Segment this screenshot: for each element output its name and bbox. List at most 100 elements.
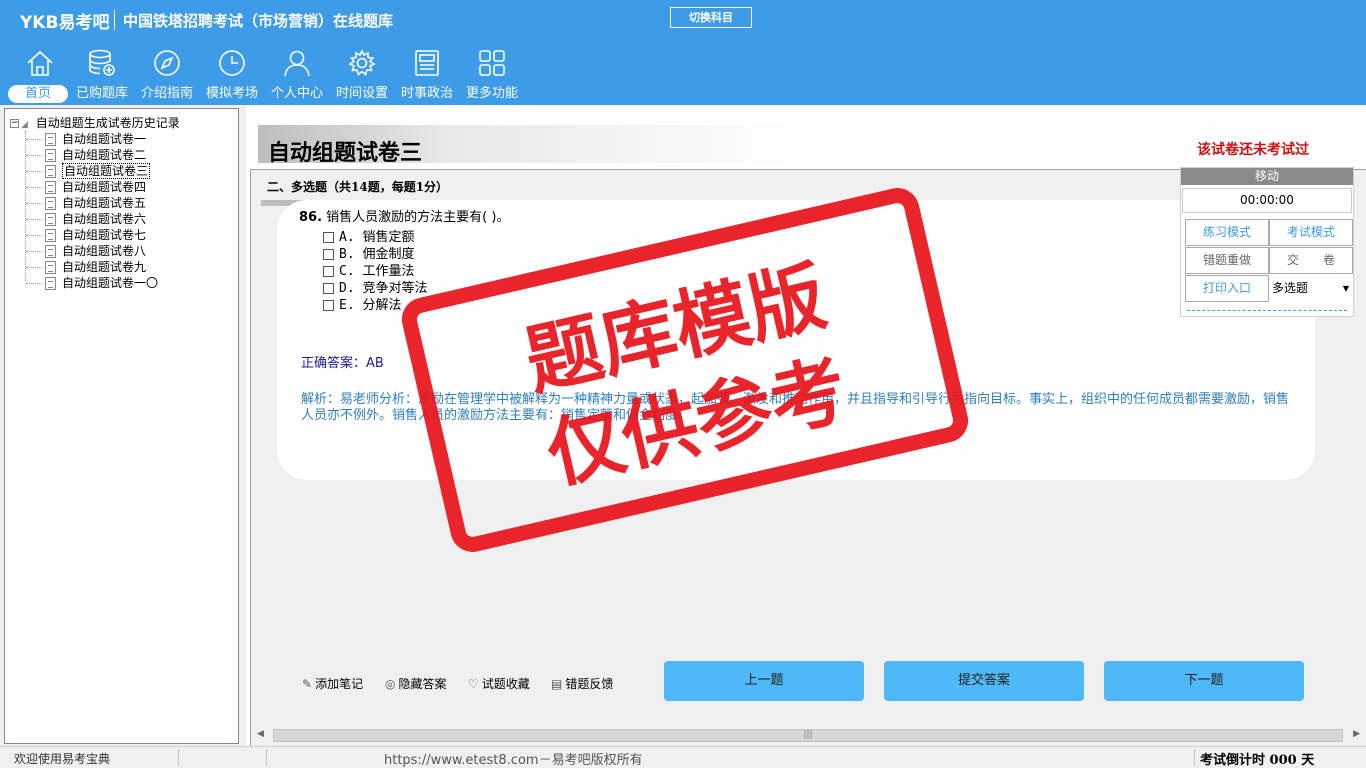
- home-icon: [27, 50, 53, 76]
- scroll-left-icon[interactable]: ◀: [257, 729, 264, 739]
- app-header: YKB易考吧 中国铁塔招聘考试（市场营销）在线题库 切换科目 首页 已购题库 介…: [0, 0, 1366, 105]
- exam-status-text: 该试卷还未考试过: [1197, 142, 1309, 158]
- nav-label: 时间设置: [335, 86, 388, 101]
- tree-item[interactable]: 自动组题试卷一: [45, 131, 146, 147]
- document-icon: [45, 245, 56, 258]
- document-icon: [45, 149, 56, 162]
- prev-question-button[interactable]: 上一题: [664, 661, 864, 701]
- nav-label: 首页: [8, 85, 68, 103]
- exam-mode-button[interactable]: 考试模式: [1269, 219, 1353, 246]
- nav-purchased-banks[interactable]: 已购题库: [70, 48, 134, 104]
- gear-icon: [348, 49, 376, 76]
- option-checkbox[interactable]: [323, 283, 334, 294]
- practice-mode-button[interactable]: 练习模式: [1185, 219, 1269, 246]
- nav-guide[interactable]: 介绍指南: [135, 48, 199, 104]
- switch-subject-button[interactable]: 切换科目: [670, 7, 752, 28]
- option-e[interactable]: E. 分解法: [323, 294, 401, 313]
- tree-item[interactable]: 自动组题试卷四: [45, 179, 146, 195]
- redo-wrong-button[interactable]: 错题重做: [1185, 247, 1269, 274]
- question-type-select[interactable]: 多选题 ▼: [1269, 275, 1353, 302]
- hand-in-button[interactable]: 交 卷: [1269, 247, 1353, 274]
- option-checkbox[interactable]: [323, 249, 334, 260]
- move-handle[interactable]: 移动: [1181, 168, 1353, 185]
- tree-connector: [26, 155, 42, 156]
- hide-answer-link[interactable]: ◎ 隐藏答案: [385, 675, 447, 692]
- tree-item-label: 自动组题试卷二: [62, 148, 147, 162]
- option-checkbox[interactable]: [323, 232, 334, 243]
- tree-connector: [26, 251, 42, 252]
- tree-item-label: 自动组题试卷八: [62, 244, 147, 258]
- tree-item-label: 自动组题试卷三: [62, 163, 151, 179]
- error-feedback-link[interactable]: ▤ 错题反馈: [551, 675, 613, 692]
- favorite-question-link[interactable]: ♡ 试题收藏: [468, 675, 530, 692]
- option-checkbox[interactable]: [323, 266, 334, 277]
- tree-item-label: 自动组题试卷六: [62, 212, 147, 226]
- status-welcome: 欢迎使用易考宝典: [14, 752, 111, 766]
- horizontal-scrollbar[interactable]: ◀ ||| ▶: [253, 727, 1366, 744]
- eye-icon: ◎: [385, 677, 396, 691]
- scroll-right-icon[interactable]: ▶: [1353, 729, 1360, 739]
- add-note-link[interactable]: ✎ 添加笔记: [302, 675, 363, 692]
- brand-logo: YKB易考吧: [20, 13, 110, 33]
- document-icon: [45, 133, 56, 146]
- tree-connector: [26, 219, 42, 220]
- tool-label: 错题反馈: [565, 677, 614, 691]
- print-entry-button[interactable]: 打印入口: [1185, 275, 1269, 302]
- tree-connector: [25, 131, 26, 281]
- nav-time-settings[interactable]: 时间设置: [330, 48, 394, 104]
- scroll-thumb[interactable]: |||: [273, 729, 1343, 742]
- submit-answer-button[interactable]: 提交答案: [884, 661, 1084, 701]
- question-type-value: 多选题: [1272, 281, 1309, 295]
- correct-answer: 正确答案：AB: [301, 356, 384, 371]
- paper-title: 自动组题试卷三: [268, 140, 423, 166]
- option-checkbox[interactable]: [323, 300, 334, 311]
- compass-icon: [154, 50, 180, 76]
- document-icon: [45, 229, 56, 242]
- brand-divider: [114, 10, 115, 30]
- nav-mock-exam[interactable]: 模拟考场: [200, 48, 264, 104]
- panel-footer-line: [1187, 310, 1347, 311]
- clock-icon: [219, 50, 245, 76]
- tree-item[interactable]: 自动组题试卷八: [45, 243, 146, 259]
- document-icon: [45, 261, 56, 274]
- tree-item[interactable]: 自动组题试卷五: [45, 195, 146, 211]
- nav-label: 时事政治: [400, 86, 453, 101]
- grid-icon: [479, 50, 505, 76]
- tree-item[interactable]: 自动组题试卷九: [45, 259, 146, 275]
- pencil-icon: ✎: [302, 677, 313, 691]
- nav-user-center[interactable]: 个人中心: [265, 48, 329, 104]
- database-icon: [89, 49, 115, 76]
- exam-control-panel: 移动 00:00:00 练习模式 考试模式 错题重做 交 卷 打印入口 多选题 …: [1180, 167, 1354, 317]
- tree-item-label: 自动组题试卷一: [62, 132, 147, 146]
- document-icon: [45, 277, 56, 290]
- user-icon: [284, 50, 310, 77]
- heart-icon: ♡: [468, 677, 479, 691]
- document-icon: [45, 181, 56, 194]
- document-icon: [45, 197, 56, 210]
- status-divider: [178, 749, 179, 766]
- question-number: 86.: [299, 210, 323, 225]
- tree-connector: [26, 171, 42, 172]
- tree-connector: [26, 283, 42, 284]
- collapse-icon[interactable]: −: [10, 119, 19, 128]
- tree-item[interactable]: 自动组题试卷三: [45, 163, 151, 179]
- tree-root[interactable]: − ◢ 自动组题生成试卷历史记录: [10, 114, 180, 131]
- tree-item-label: 自动组题试卷五: [62, 196, 147, 210]
- tree-item[interactable]: 自动组题试卷二: [45, 147, 146, 163]
- tree-connector: [26, 235, 42, 236]
- nav-current-affairs[interactable]: 时事政治: [395, 48, 459, 104]
- nav-more-functions[interactable]: 更多功能: [460, 48, 524, 104]
- question-text: 销售人员激励的方法主要有( )。: [326, 210, 510, 225]
- next-question-button[interactable]: 下一题: [1104, 661, 1304, 701]
- status-divider: [266, 749, 267, 766]
- tree-connector: [26, 139, 42, 140]
- tree-item-label: 自动组题试卷四: [62, 180, 147, 194]
- tree-item[interactable]: 自动组题试卷七: [45, 227, 146, 243]
- history-tree[interactable]: − ◢ 自动组题生成试卷历史记录 自动组题试卷一 自动组题试卷二 自动组题试卷三 自动组…: [4, 108, 239, 744]
- tree-item[interactable]: 自动组题试卷六: [45, 211, 146, 227]
- nav-home[interactable]: 首页: [8, 48, 72, 104]
- tree-item[interactable]: 自动组题试卷一〇: [45, 275, 158, 291]
- document-icon: [45, 165, 56, 178]
- feedback-icon: ▤: [551, 677, 563, 691]
- news-icon: [415, 50, 439, 76]
